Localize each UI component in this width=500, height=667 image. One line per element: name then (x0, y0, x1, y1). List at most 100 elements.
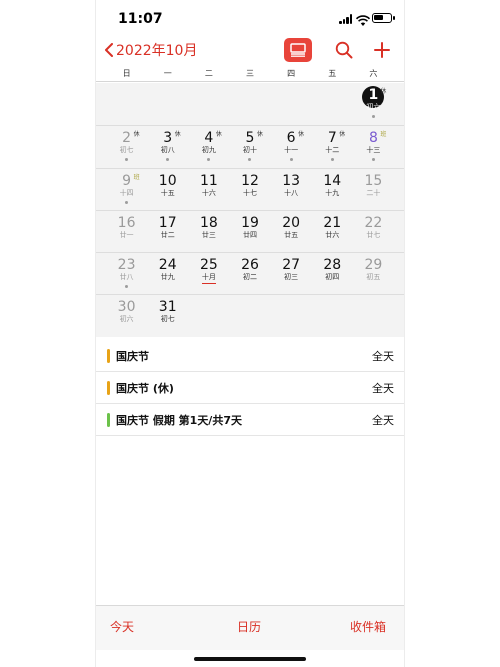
weekday-label: 日 (122, 69, 131, 78)
day-cell[interactable]: 21 廿六 (312, 211, 353, 252)
event-dot (125, 285, 129, 289)
phone-screen: 11:07 2022年10月 日 一 二 三 四 五 六 1 初六 休 2 初七… (96, 0, 404, 667)
day-number: 18 (199, 214, 218, 231)
day-number: 6 (286, 130, 296, 147)
day-number: 1 (368, 87, 379, 103)
lunar-date: 廿三 (201, 230, 216, 239)
day-cell[interactable]: 8 十三 班 (353, 126, 394, 167)
event-title: 国庆节 (116, 349, 149, 363)
day-number: 15 (364, 172, 383, 189)
lunar-date: 初十 (242, 146, 257, 155)
back-to-month-button[interactable]: 2022年10月 (104, 40, 197, 60)
holiday-badge: 休 (215, 131, 222, 139)
lunar-date: 十七 (242, 188, 257, 197)
day-cell[interactable]: 28 初四 (312, 253, 353, 294)
day-cell[interactable]: 10 十五 (147, 169, 188, 210)
tab-calendars[interactable]: 日历 (237, 618, 261, 635)
weekday-label: 五 (328, 69, 337, 78)
event-dot (248, 158, 252, 162)
workday-badge: 班 (380, 131, 387, 139)
nav-actions (284, 38, 394, 62)
day-cell[interactable]: 13 十八 (271, 169, 312, 210)
lunar-date: 初六 (366, 103, 381, 111)
day-cell[interactable]: 18 廿三 (188, 211, 229, 252)
day-number: 3 (163, 130, 173, 147)
event-title: 国庆节 (休) (116, 381, 174, 395)
day-cell[interactable]: 1 初六 休 (353, 83, 394, 125)
day-cell[interactable]: 31 初七 (147, 295, 188, 336)
day-number: 9 (122, 172, 132, 189)
lunar-date: 十二 (325, 146, 340, 155)
empty-day-cell (271, 83, 312, 125)
lunar-date: 初七 (119, 146, 134, 155)
day-number: 22 (364, 214, 383, 231)
day-cell[interactable]: 11 十六 (188, 169, 229, 210)
lunar-date: 十八 (284, 188, 299, 197)
day-cell[interactable]: 24 廿九 (147, 253, 188, 294)
day-cell[interactable]: 22 廿七 (353, 211, 394, 252)
day-cell[interactable]: 26 初二 (229, 253, 270, 294)
tab-inbox[interactable]: 收件箱 (350, 618, 386, 635)
event-row[interactable]: 国庆节 (休) 全天 (96, 372, 404, 404)
holiday-badge: 休 (380, 88, 387, 95)
status-bar: 11:07 (96, 0, 404, 36)
day-cell[interactable]: 29 初五 (353, 253, 394, 294)
day-number: 5 (245, 130, 255, 147)
day-cell[interactable]: 2 初七 休 (106, 126, 147, 167)
battery-icon (372, 13, 395, 23)
day-number: 13 (282, 172, 301, 189)
holiday-badge: 休 (339, 131, 346, 139)
day-cell[interactable]: 17 廿二 (147, 211, 188, 252)
weekday-label: 六 (369, 69, 378, 78)
calendar-color-bar (107, 380, 110, 395)
search-button[interactable] (332, 38, 356, 62)
day-cell[interactable]: 4 初九 休 (188, 126, 229, 167)
day-cell[interactable]: 16 廿一 (106, 211, 147, 252)
day-cell[interactable]: 5 初十 休 (229, 126, 270, 167)
weekday-label: 二 (204, 69, 213, 78)
holiday-badge: 休 (133, 131, 140, 139)
day-cell[interactable]: 23 廿八 (106, 253, 147, 294)
day-number: 8 (368, 130, 378, 147)
day-number: 12 (241, 172, 259, 189)
wifi-icon (355, 12, 371, 26)
week-row: 1 初六 休 (96, 83, 404, 125)
day-cell[interactable]: 27 初三 (271, 253, 312, 294)
home-indicator[interactable] (194, 657, 306, 661)
lunar-date: 初七 (160, 315, 175, 324)
event-dot (166, 158, 170, 162)
day-cell[interactable]: 12 十七 (229, 169, 270, 210)
lunar-date: 初四 (325, 273, 340, 282)
tab-today[interactable]: 今天 (110, 618, 134, 635)
back-label: 2022年10月 (116, 43, 198, 59)
day-cell[interactable]: 7 十二 休 (312, 126, 353, 167)
event-row[interactable]: 国庆节 假期 第1天/共7天 全天 (96, 404, 404, 436)
day-number: 11 (199, 172, 218, 189)
day-cell[interactable]: 9 十四 班 (106, 169, 147, 210)
day-cell[interactable]: 14 十九 (312, 169, 353, 210)
day-number: 17 (158, 214, 177, 231)
event-row[interactable]: 国庆节 全天 (96, 340, 404, 372)
day-cell[interactable]: 19 廿四 (229, 211, 270, 252)
day-cell[interactable]: 6 十一 休 (271, 126, 312, 167)
day-number: 2 (122, 130, 132, 147)
cellular-signal-icon (339, 14, 353, 24)
lunar-date: 十四 (119, 188, 134, 197)
day-number: 26 (241, 257, 259, 274)
chevron-left-icon (105, 43, 113, 57)
event-time: 全天 (372, 381, 394, 395)
lunar-date: 十三 (366, 146, 381, 155)
lunar-date: 廿八 (119, 273, 134, 282)
day-number: 4 (204, 130, 214, 147)
day-cell[interactable]: 30 初六 (106, 295, 147, 336)
add-event-button[interactable] (370, 38, 394, 62)
day-cell[interactable]: 25 十月 (188, 253, 229, 294)
week-row: 30 初六 31 初七 (96, 294, 404, 336)
day-cell[interactable]: 20 廿五 (271, 211, 312, 252)
weekday-header: 日 一 二 三 四 五 六 (96, 68, 404, 82)
day-cell[interactable]: 15 二十 (353, 169, 394, 210)
empty-day-cell (106, 83, 147, 125)
list-view-button[interactable] (284, 38, 312, 62)
day-cell[interactable]: 3 初八 休 (147, 126, 188, 167)
day-number: 14 (323, 172, 342, 189)
